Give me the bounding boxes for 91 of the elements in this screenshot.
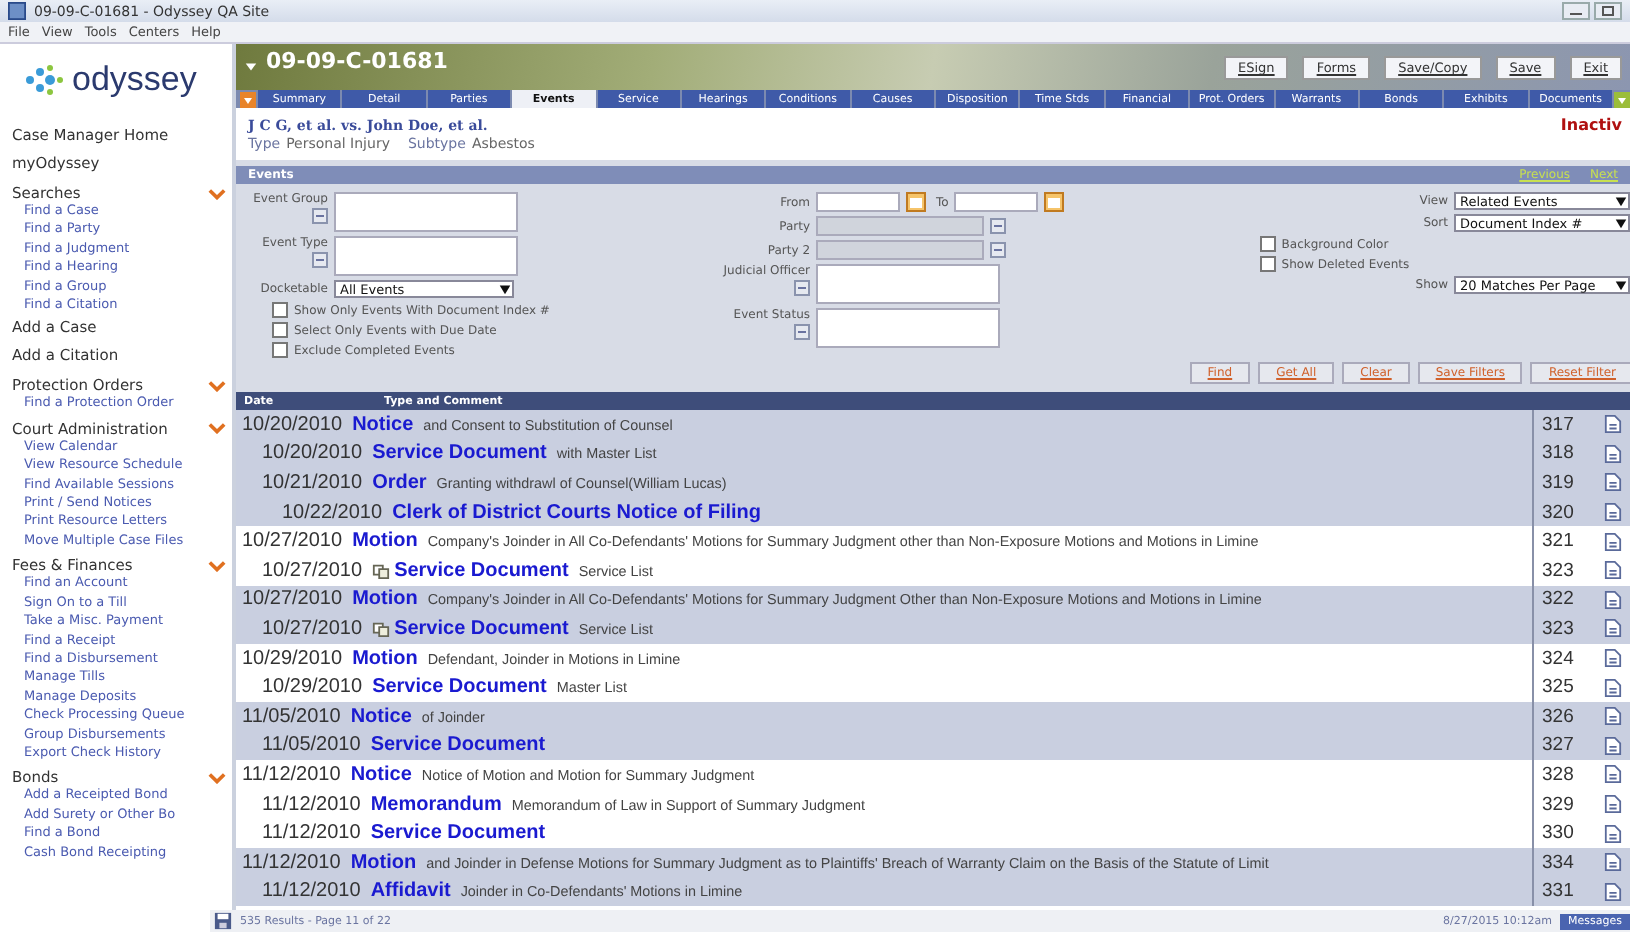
document-icon[interactable] xyxy=(1603,618,1621,639)
event-type-link[interactable]: Notice xyxy=(350,705,412,728)
restore-icon[interactable] xyxy=(1594,2,1622,20)
event-type-link[interactable]: Notice xyxy=(352,413,414,436)
event-date: 10/20/2010 xyxy=(262,442,363,465)
checkbox[interactable] xyxy=(272,342,288,358)
event-type-link[interactable]: Service Document xyxy=(372,442,547,465)
party-field[interactable] xyxy=(816,216,985,236)
document-icon[interactable] xyxy=(1603,823,1621,844)
event-type-link[interactable]: Service Document xyxy=(370,734,546,757)
event-date: 11/12/2010 xyxy=(242,763,341,786)
document-icon[interactable] xyxy=(1603,560,1621,581)
checkbox[interactable] xyxy=(1259,236,1276,252)
document-icon[interactable] xyxy=(1603,472,1621,493)
event-type-link[interactable]: Service Document xyxy=(370,822,546,845)
event-date: 11/12/2010 xyxy=(242,851,341,874)
case-number: 09-09-C-01681 xyxy=(266,48,448,74)
menu-down-icon[interactable] xyxy=(240,91,256,107)
lookup-icon[interactable] xyxy=(794,280,811,296)
document-icon[interactable] xyxy=(1603,502,1621,523)
lookup-icon[interactable] xyxy=(312,252,328,268)
lookup-icon[interactable] xyxy=(794,324,811,340)
event-date: 10/29/2010 xyxy=(262,676,363,699)
event-type-link[interactable]: Service Document xyxy=(394,559,569,582)
event-type-link[interactable]: Clerk of District Courts Notice of Filing xyxy=(392,501,762,524)
dropdown-caret-icon xyxy=(498,282,512,296)
event-type-link[interactable]: Affidavit xyxy=(370,880,451,903)
event-type-link[interactable]: Service Document xyxy=(372,676,547,699)
chevron-icon[interactable] xyxy=(208,187,226,199)
save-icon[interactable] xyxy=(214,912,232,930)
checkbox[interactable] xyxy=(272,322,288,338)
document-icon[interactable] xyxy=(1603,764,1621,785)
checkbox[interactable] xyxy=(1259,256,1276,272)
judicial-officer-field[interactable] xyxy=(816,264,1001,304)
event-date: 10/22/2010 xyxy=(282,501,383,524)
event-type-link[interactable]: Motion xyxy=(350,851,417,874)
chevron-icon[interactable] xyxy=(208,379,226,392)
dropdown-caret-icon xyxy=(1614,278,1628,292)
logo-icon xyxy=(24,64,64,96)
to-date-field[interactable] xyxy=(954,192,1039,212)
chevron-icon[interactable] xyxy=(208,559,226,572)
calendar-icon[interactable] xyxy=(906,192,927,212)
event-type-link[interactable]: Motion xyxy=(352,647,418,670)
lookup-icon[interactable] xyxy=(990,242,1007,258)
event-type-link[interactable]: Notice xyxy=(350,763,412,786)
lookup-icon[interactable] xyxy=(990,218,1007,234)
window-icon xyxy=(8,2,26,20)
document-icon[interactable] xyxy=(1603,735,1621,756)
lookup-icon[interactable] xyxy=(312,208,328,224)
event-type-field[interactable] xyxy=(334,236,518,276)
event-type-link[interactable]: Motion xyxy=(352,530,418,553)
collapse-icon[interactable] xyxy=(244,60,258,74)
more-tabs-icon[interactable] xyxy=(1614,91,1630,107)
calendar-icon[interactable] xyxy=(1044,192,1065,212)
logo-text: odyssey xyxy=(72,60,197,100)
document-icon[interactable] xyxy=(1603,589,1621,610)
document-icon[interactable] xyxy=(1603,852,1621,873)
chevron-icon[interactable] xyxy=(208,422,226,435)
event-date: 10/27/2010 xyxy=(242,588,343,611)
event-date: 11/12/2010 xyxy=(262,880,361,903)
event-date: 10/27/2010 xyxy=(242,530,343,553)
event-date: 10/20/2010 xyxy=(242,413,343,436)
event-date: 11/12/2010 xyxy=(262,822,361,845)
from-date-field[interactable] xyxy=(816,192,901,212)
event-date: 10/27/2010 xyxy=(262,559,363,582)
document-index: 331 xyxy=(1532,877,1594,907)
document-icon[interactable] xyxy=(1603,443,1621,464)
event-type-link[interactable]: Motion xyxy=(352,588,418,611)
event-type-link[interactable]: Memorandum xyxy=(370,793,502,816)
event-date: 11/12/2010 xyxy=(262,793,361,816)
event-date: 10/21/2010 xyxy=(262,471,363,494)
event-type-link[interactable]: Order xyxy=(372,471,427,494)
case-status: Inactiv xyxy=(1560,116,1622,138)
document-icon[interactable] xyxy=(1603,881,1621,902)
document-icon[interactable] xyxy=(1603,648,1621,669)
event-type-link[interactable]: Service Document xyxy=(394,617,569,640)
event-date: 10/29/2010 xyxy=(242,647,343,670)
checkbox[interactable] xyxy=(272,302,288,318)
event-date: 10/27/2010 xyxy=(262,617,363,640)
minimize-icon[interactable] xyxy=(1562,2,1590,20)
event-date: 11/05/2010 xyxy=(242,705,341,728)
document-icon[interactable] xyxy=(1603,706,1621,727)
document-icon[interactable] xyxy=(1603,677,1621,698)
party-2-field[interactable] xyxy=(816,240,985,260)
event-group-field[interactable] xyxy=(334,192,518,232)
event-date: 11/05/2010 xyxy=(262,734,361,757)
document-icon[interactable] xyxy=(1603,414,1621,435)
document-icon[interactable] xyxy=(1603,531,1621,552)
event-status-field[interactable] xyxy=(816,308,1001,348)
chevron-icon[interactable] xyxy=(208,771,226,784)
document-icon[interactable] xyxy=(1603,794,1621,815)
